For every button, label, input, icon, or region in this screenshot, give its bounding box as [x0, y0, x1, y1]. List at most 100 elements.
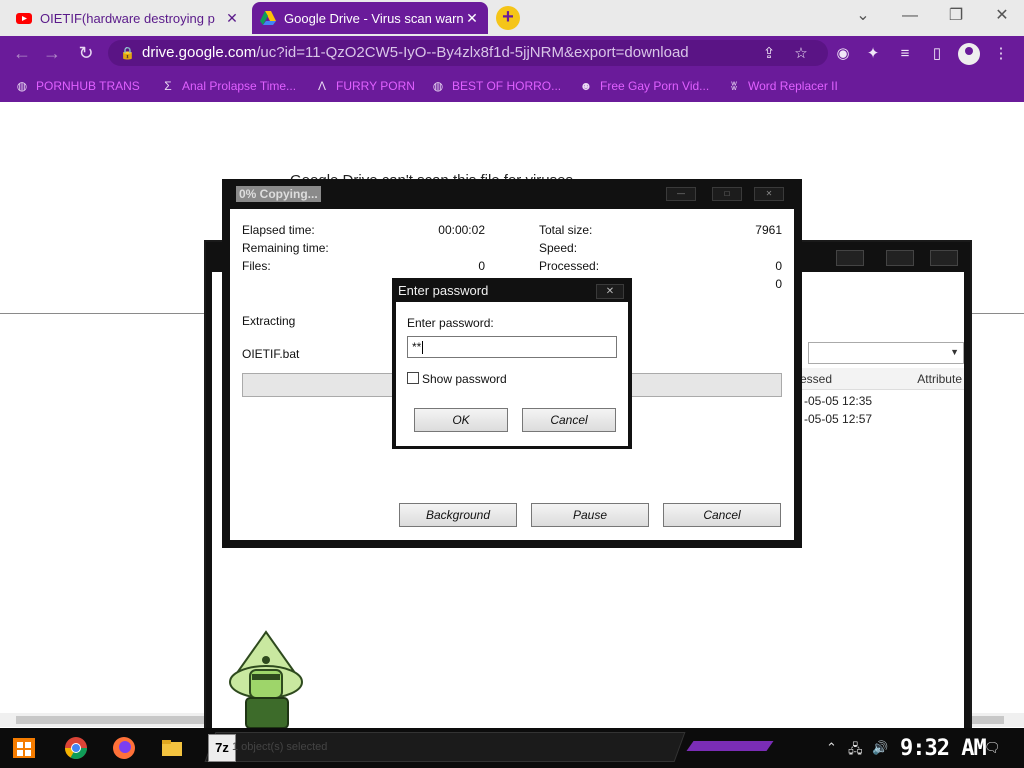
- minimize-button[interactable]: —: [896, 4, 924, 28]
- extensions-puzzle-icon[interactable]: ✦: [862, 43, 884, 65]
- taskbar-accent: [686, 741, 774, 751]
- elapsed-value: 00:00:02: [438, 223, 485, 237]
- close-window-button[interactable]: ✕: [754, 187, 784, 201]
- bookmark-star-icon[interactable]: ☆: [790, 43, 812, 65]
- processed-value: 0: [775, 259, 782, 273]
- tray-overflow-icon[interactable]: ⌃: [826, 740, 837, 756]
- show-password-label[interactable]: Show password: [422, 372, 507, 386]
- maximize-button[interactable]: □: [712, 187, 742, 201]
- forward-arrow-icon[interactable]: →: [40, 41, 64, 65]
- chrome-icon[interactable]: [62, 734, 90, 762]
- bookmark-item[interactable]: ʬ Word Replacer II: [726, 76, 838, 96]
- bookmark-label: Word Replacer II: [748, 79, 838, 93]
- bookmark-item[interactable]: ◍ PORNHUB TRANS: [14, 76, 140, 96]
- files-value: 0: [478, 259, 485, 273]
- copying-titlebar[interactable]: 0% Copying... — □ ✕: [222, 179, 802, 209]
- bookmark-item[interactable]: ◍ BEST OF HORRO...: [430, 76, 561, 96]
- bookmark-label: PORNHUB TRANS: [36, 79, 140, 93]
- minimize-button[interactable]: —: [666, 187, 696, 201]
- tab-youtube[interactable]: OIETIF(hardware destroying p ✕: [8, 2, 248, 34]
- ok-button[interactable]: OK: [414, 408, 508, 432]
- lambda-icon: Λ: [317, 79, 326, 93]
- dialog-title: Enter password: [398, 283, 489, 298]
- globe-icon: ◍: [432, 79, 444, 93]
- file-explorer-icon[interactable]: [158, 734, 186, 762]
- close-window-button[interactable]: [930, 250, 958, 266]
- files-label: Files:: [242, 259, 271, 273]
- cancel-button[interactable]: Cancel: [663, 503, 781, 527]
- lock-icon: 🔒: [120, 46, 135, 60]
- url-host: drive.google.com: [142, 44, 257, 61]
- character-icon: ☻: [579, 79, 593, 93]
- close-window-button[interactable]: ✕: [988, 4, 1016, 28]
- cancel-button[interactable]: Cancel: [522, 408, 616, 432]
- speed-label: Speed:: [539, 241, 578, 255]
- browser-toolbar: ← → ↻ 🔒 drive.google.com/uc?id=11-QzO2CW…: [0, 36, 1024, 70]
- remaining-label: Remaining time:: [242, 241, 329, 255]
- total-size-value: 7961: [755, 223, 782, 237]
- password-dialog[interactable]: Enter password ✕ Enter password: ** Show…: [392, 278, 632, 449]
- selection-status: 1 object(s) selected: [232, 741, 328, 753]
- minimize-button[interactable]: [836, 250, 864, 266]
- show-password-checkbox[interactable]: [407, 372, 419, 384]
- current-file: OIETIF.bat: [242, 347, 300, 361]
- bookmarks-bar: ◍ PORNHUB TRANS Σ Anal Prolapse Time... ΛF…: [0, 70, 1024, 102]
- column-attributes[interactable]: Attribute: [876, 368, 964, 390]
- firefox-icon[interactable]: [110, 734, 138, 762]
- pause-button[interactable]: Pause: [531, 503, 649, 527]
- total-size-label: Total size:: [539, 223, 593, 237]
- wr-icon: ʬ: [731, 79, 737, 93]
- side-panel-icon[interactable]: ▯: [926, 43, 948, 65]
- address-bar[interactable]: 🔒 drive.google.com/uc?id=11-QzO2CW5-IyO-…: [108, 40, 828, 66]
- tab-google-drive[interactable]: Google Drive - Virus scan warni ✕: [252, 2, 488, 34]
- processed-label: Processed:: [539, 259, 600, 273]
- clock[interactable]: 9:32 AM: [900, 736, 987, 761]
- menu-kebab-icon[interactable]: ⋮: [990, 43, 1012, 65]
- restore-button[interactable]: ❐: [942, 4, 970, 28]
- tab-title: Google Drive - Virus scan warni: [284, 10, 464, 26]
- new-tab-button[interactable]: +: [496, 6, 520, 30]
- bookmark-item[interactable]: Σ Anal Prolapse Time...: [160, 76, 296, 96]
- tab-search-icon[interactable]: ⌄: [849, 4, 877, 28]
- bookmark-item[interactable]: Λ FURRY PORN: [314, 76, 415, 96]
- youtube-icon: [16, 13, 32, 24]
- profile-avatar-icon[interactable]: [958, 43, 980, 65]
- row-modified-date[interactable]: -05-05 12:35: [804, 394, 872, 408]
- close-tab-icon[interactable]: ✕: [464, 10, 480, 27]
- reload-icon[interactable]: ↻: [74, 41, 98, 65]
- bookmark-item[interactable]: ☻ Free Gay Porn Vid...: [578, 76, 710, 96]
- background-button[interactable]: Background: [399, 503, 517, 527]
- chevron-down-icon: ▼: [950, 347, 959, 357]
- close-icon[interactable]: ✕: [596, 284, 624, 299]
- sigma-icon: Σ: [164, 79, 172, 93]
- action-label: Extracting: [242, 314, 296, 328]
- maximize-button[interactable]: [886, 250, 914, 266]
- volume-icon[interactable]: 🔊: [872, 740, 888, 756]
- notification-icon[interactable]: 🗨: [984, 740, 1001, 756]
- extension-avatar-icon[interactable]: ◉: [832, 43, 854, 65]
- tab-title: OIETIF(hardware destroying p: [40, 10, 215, 26]
- character-sticker-icon: [229, 630, 303, 728]
- password-prompt: Enter password:: [407, 316, 494, 330]
- close-tab-icon[interactable]: ✕: [224, 10, 240, 27]
- bookmark-label: FURRY PORN: [336, 79, 415, 93]
- password-value: **: [412, 340, 422, 354]
- back-arrow-icon[interactable]: ←: [10, 41, 34, 65]
- taskbar: 7z 1 object(s) selected ⌃ 🖧 🔊 9:32 AM 🗨: [0, 728, 1024, 768]
- elapsed-label: Elapsed time:: [242, 223, 315, 237]
- bookmark-label: Anal Prolapse Time...: [182, 79, 297, 93]
- share-icon[interactable]: ⇪: [758, 43, 780, 65]
- text-caret: [422, 341, 424, 355]
- network-icon[interactable]: 🖧: [848, 740, 863, 762]
- row-modified-date[interactable]: -05-05 12:57: [804, 412, 872, 426]
- google-drive-icon: [260, 11, 276, 25]
- dialog-title: 0% Copying...: [236, 186, 321, 202]
- password-input[interactable]: **: [407, 336, 617, 358]
- url-path: /uc?id=11-QzO2CW5-IyO--By4zlx8f1d-5jjNRM…: [256, 44, 689, 61]
- column-modified[interactable]: essed: [796, 368, 876, 390]
- start-button-icon[interactable]: [10, 734, 38, 762]
- path-dropdown[interactable]: ▼: [808, 342, 964, 364]
- compressed-value: 0: [775, 277, 782, 291]
- media-queue-icon[interactable]: ≡: [894, 43, 916, 65]
- globe-icon: ◍: [16, 79, 28, 93]
